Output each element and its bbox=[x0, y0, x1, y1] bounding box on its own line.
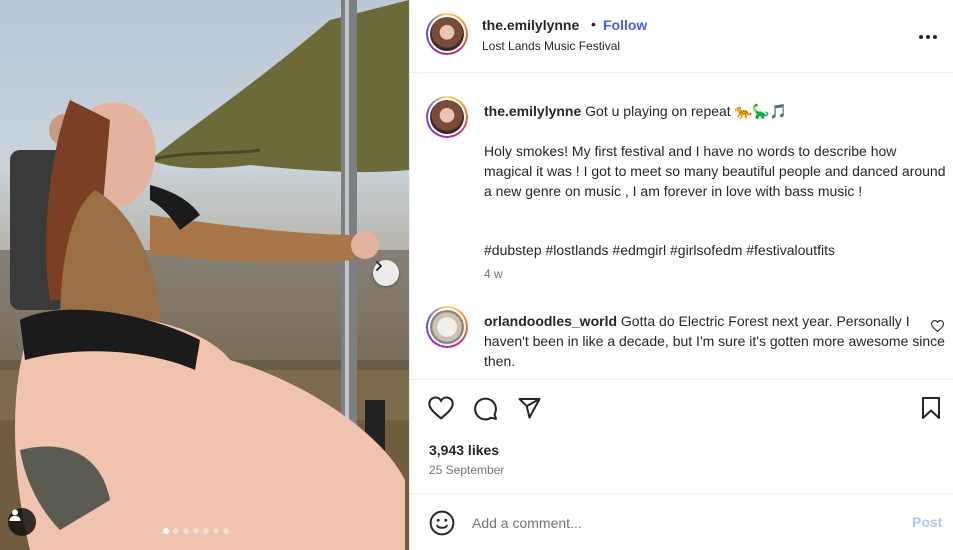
send-icon bbox=[518, 398, 541, 419]
post-media[interactable] bbox=[0, 0, 409, 550]
caption-avatar[interactable] bbox=[426, 96, 468, 138]
caption-heading: Got u playing on repeat 🐆🦕🎵 bbox=[585, 103, 787, 119]
carousel-dot bbox=[193, 528, 199, 534]
carousel-next-button[interactable] bbox=[373, 260, 399, 286]
carousel-indicator bbox=[163, 528, 229, 534]
chevron-right-icon bbox=[376, 261, 382, 271]
caption-hashtags[interactable]: #dubstep #lostlands #edmgirl #girlsofedm… bbox=[484, 240, 946, 260]
comments-section[interactable]: the.emilylynne Got u playing on repeat 🐆… bbox=[410, 74, 953, 379]
caption-body: Holy smokes! My first festival and I hav… bbox=[484, 143, 946, 199]
post-details-panel: the.emilylynne • Follow Lost Lands Music… bbox=[409, 0, 953, 550]
carousel-dot bbox=[203, 528, 209, 534]
commenter-username[interactable]: orlandoodles_world bbox=[484, 313, 617, 329]
carousel-dot bbox=[223, 528, 229, 534]
comment-like-button[interactable] bbox=[930, 319, 945, 335]
comment-icon bbox=[474, 397, 497, 421]
comment-button[interactable] bbox=[473, 396, 498, 424]
post-age[interactable]: 4 w bbox=[484, 267, 503, 281]
likes-count[interactable]: 3,943 likes bbox=[429, 442, 499, 458]
action-bar bbox=[410, 379, 953, 434]
add-comment-bar: Post bbox=[410, 493, 953, 550]
caption-username[interactable]: the.emilylynne bbox=[484, 103, 581, 119]
share-button[interactable] bbox=[517, 396, 542, 423]
follow-button[interactable]: Follow bbox=[603, 17, 647, 33]
heart-icon bbox=[930, 320, 945, 333]
comment-input[interactable] bbox=[472, 511, 892, 535]
post-comment-button[interactable]: Post bbox=[912, 514, 942, 530]
post-photo bbox=[0, 0, 409, 550]
more-icon bbox=[919, 35, 937, 39]
tagged-users-button[interactable] bbox=[8, 508, 36, 536]
commenter-avatar[interactable] bbox=[426, 306, 468, 348]
carousel-dot bbox=[173, 528, 179, 534]
carousel-dot bbox=[163, 528, 169, 534]
heart-icon bbox=[428, 396, 454, 420]
emoji-icon bbox=[429, 510, 455, 536]
bookmark-icon bbox=[922, 397, 940, 419]
like-button[interactable] bbox=[428, 396, 454, 423]
carousel-dot bbox=[183, 528, 189, 534]
comment-text: orlandoodles_world Gotta do Electric For… bbox=[484, 311, 946, 371]
location-link[interactable]: Lost Lands Music Festival bbox=[482, 39, 620, 53]
post-date[interactable]: 25 September bbox=[429, 463, 504, 477]
separator-dot: • bbox=[591, 16, 596, 32]
emoji-button[interactable] bbox=[429, 510, 455, 539]
author-avatar[interactable] bbox=[426, 13, 468, 55]
post-header: the.emilylynne • Follow Lost Lands Music… bbox=[410, 0, 953, 73]
caption-text: the.emilylynne Got u playing on repeat 🐆… bbox=[484, 101, 946, 121]
carousel-dot bbox=[213, 528, 219, 534]
save-button[interactable] bbox=[920, 396, 942, 423]
more-options-button[interactable] bbox=[918, 27, 938, 43]
author-username[interactable]: the.emilylynne bbox=[482, 17, 579, 33]
user-icon bbox=[9, 509, 21, 521]
